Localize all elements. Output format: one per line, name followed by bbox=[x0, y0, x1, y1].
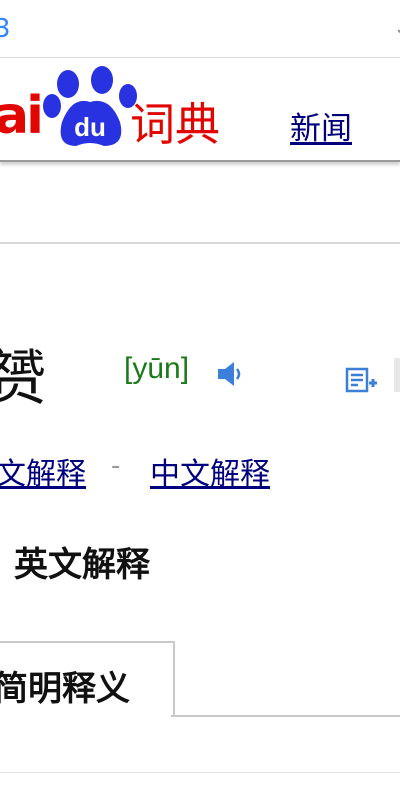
bottom-divider bbox=[0, 772, 400, 773]
paw-logo-text: du bbox=[74, 112, 106, 142]
nav-link-news[interactable]: 新闻 bbox=[290, 103, 352, 148]
topbar-right-icon[interactable]: ⌄ bbox=[393, 16, 400, 41]
english-explanation-link[interactable]: 文解释 bbox=[0, 449, 86, 493]
logo-text-prefix: ai bbox=[0, 86, 44, 146]
speaker-icon[interactable] bbox=[216, 360, 246, 388]
baidu-paw-logo-icon[interactable]: du bbox=[42, 66, 138, 154]
header-divider bbox=[0, 242, 400, 244]
chinese-explanation-link[interactable]: 中文解释 bbox=[150, 449, 270, 493]
tab-underline bbox=[171, 715, 400, 717]
headword: 赟 bbox=[0, 344, 46, 414]
browser-top-bar: 3 ⌄ bbox=[0, 0, 400, 58]
logo-text-suffix: 词典 bbox=[130, 98, 221, 151]
clipped-icon[interactable] bbox=[394, 358, 400, 392]
link-separator: - bbox=[111, 451, 121, 481]
section-title-english: 英文解释 bbox=[14, 545, 150, 585]
tab-label: 简明释义 bbox=[0, 669, 130, 709]
add-notebook-icon[interactable] bbox=[344, 365, 378, 395]
topbar-left-fragment: 3 bbox=[0, 14, 11, 44]
pinyin: [yūn] bbox=[124, 352, 190, 385]
